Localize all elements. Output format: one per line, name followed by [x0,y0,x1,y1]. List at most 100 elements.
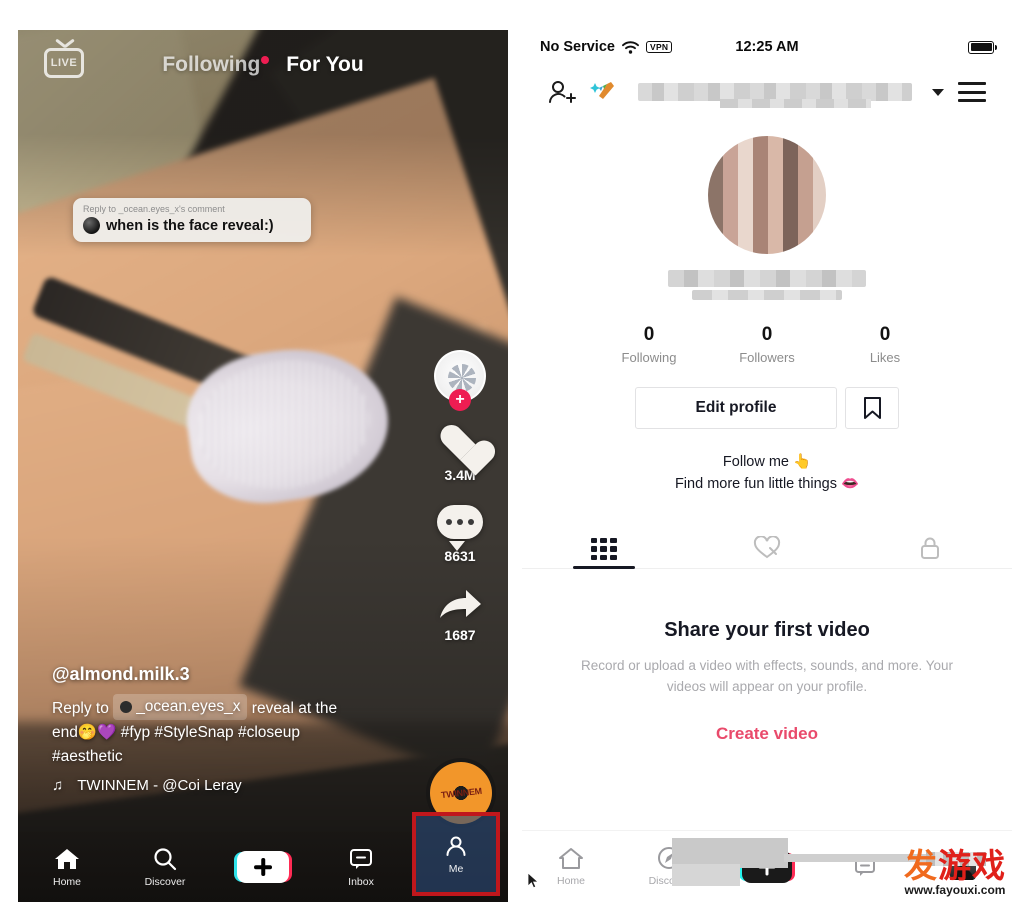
redaction-block-2 [672,864,740,886]
screenshot-root: LIVE Following For You Reply to _ocean.e… [0,0,1024,922]
stat-following[interactable]: 0 Following [590,324,708,365]
person-icon [446,836,466,856]
comment-button[interactable]: 8631 [437,505,483,564]
watermark-url: www.fayouxi.com [904,883,1006,897]
tab-for-you[interactable]: For You [286,53,363,77]
caption-line1-rest: reveal at the [251,699,338,717]
empty-state-description: Record or upload a video with effects, s… [581,657,953,694]
comment-reply-sticker[interactable]: Reply to _ocean.eyes_x's comment when is… [73,198,311,242]
following-label: Following [621,350,677,365]
feed-bottom-nav: Home Discover Inbox Me [18,812,508,902]
nav-discover-label: Discover [144,875,186,888]
comment-reply-to: Reply to _ocean.eyes_x's comment [83,204,225,214]
create-video-button[interactable]: Create video [522,724,1012,744]
mouse-cursor [527,872,540,889]
watermark-char-2: 游戏 [938,847,1006,884]
profile-handle-redacted [668,270,866,287]
vpn-badge: VPN [645,41,673,53]
followers-label: Followers [739,350,795,365]
share-count: 1687 [444,627,476,643]
notification-dot [261,56,270,64]
profile-stats: 0 Following 0 Followers 0 Likes [522,324,1012,365]
nav-create[interactable] [214,851,312,883]
chip-username: _ocean.eyes_x [136,697,241,715]
search-icon [154,847,177,870]
lock-private-icon [921,537,940,559]
likes-count: 0 [879,324,891,345]
edit-profile-button[interactable]: Edit profile [635,387,837,429]
share-button[interactable]: 1687 [436,586,484,643]
followers-count: 0 [761,324,773,345]
music-row[interactable]: ♫ TWINNEM - @Coi Leray [52,777,402,794]
profile-handle-redacted-2 [692,290,842,300]
inbox-icon [350,848,372,869]
feed-top-bar: LIVE Following For You [18,30,508,100]
nav-me-label: Me [448,862,464,875]
caption-reply-prefix: Reply to [52,699,109,717]
video-caption: @almond.milk.3 Reply to _ocean.eyes_x re… [52,664,402,794]
active-tab-underline [572,565,635,569]
tab-private[interactable] [849,522,1012,568]
sparkle-carrot-icon[interactable] [590,79,618,105]
ios-status-bar: No Service VPN 12:25 AM [522,30,1012,64]
empty-state: Share your first video Record or upload … [522,569,1012,744]
profile-actions: Edit profile [522,387,1012,429]
add-person-icon[interactable] [548,79,576,105]
nav-home[interactable]: Home [18,847,116,888]
wifi-icon [622,40,639,54]
chevron-down-icon[interactable] [932,88,944,96]
disc-album-label: TWINNEM [440,785,482,801]
bio-line-1: Follow me 👆 [722,454,812,470]
site-watermark: 发游戏 www.fayouxi.com [904,849,1006,896]
battery-icon [968,40,997,54]
stat-likes[interactable]: 0 Likes [826,324,944,365]
tiktok-feed-panel: LIVE Following For You Reply to _ocean.e… [18,30,508,902]
hamburger-menu-icon[interactable] [958,82,986,102]
liked-heart-icon [753,535,781,559]
watermark-char-1: 发 [904,847,938,884]
empty-state-title: Share your first video [664,618,870,641]
tab-following-label: Following [162,53,261,76]
music-title: TWINNEM - @Coi Leray [77,777,242,794]
create-plus-icon[interactable] [237,851,289,883]
home-icon [55,848,79,869]
bookmark-button[interactable] [845,387,899,429]
caption-line2: end🤭💜 #fyp #StyleSnap #closeup [52,723,300,741]
profile-tabs [522,522,1012,569]
username-redacted[interactable] [638,83,912,108]
stat-followers[interactable]: 0 Followers [708,324,826,365]
follow-plus-icon[interactable]: + [449,389,471,411]
home-icon [559,848,583,869]
profile-header [522,64,1012,120]
action-rail: + 3.4M 8631 1687 [422,350,498,665]
comment-text: when is the face reveal:) [106,217,274,234]
nav-inbox-label: Inbox [348,875,374,888]
tiktok-profile-panel: No Service VPN 12:25 AM 0 Following 0 Fo… [522,30,1012,902]
tab-liked[interactable] [685,522,848,568]
chip-avatar-icon [120,700,133,713]
profile-bio: Follow me 👆 Find more fun little things … [522,451,1012,496]
feed-tabs: Following For You [18,30,508,100]
caption-reply-chip[interactable]: _ocean.eyes_x [113,693,248,720]
video-author-username[interactable]: @almond.milk.3 [52,664,402,685]
like-button[interactable]: 3.4M [438,424,482,483]
comment-bubble-icon [437,505,483,551]
share-arrow-icon [436,586,484,624]
following-count: 0 [643,324,655,345]
likes-label: Likes [869,350,901,365]
nav-me-content[interactable]: Me [412,812,500,896]
commenter-avatar [83,217,100,234]
tab-videos[interactable] [522,522,685,569]
grid-icon [590,537,617,560]
carrier-label: No Service [540,39,615,55]
music-note-icon: ♫ [52,777,64,794]
author-avatar-follow[interactable]: + [434,350,486,411]
nav-discover[interactable]: Discover [116,847,214,888]
tab-for-you-label: For You [286,53,364,76]
tab-following[interactable]: Following [162,53,270,77]
nav-inbox[interactable]: Inbox [312,847,410,888]
caption-line3: #aesthetic [52,747,123,765]
profile-avatar-pixelated[interactable] [708,136,826,254]
nav-home-label: Home [52,875,81,888]
bio-line-2: Find more fun little things 👄 [674,476,860,493]
